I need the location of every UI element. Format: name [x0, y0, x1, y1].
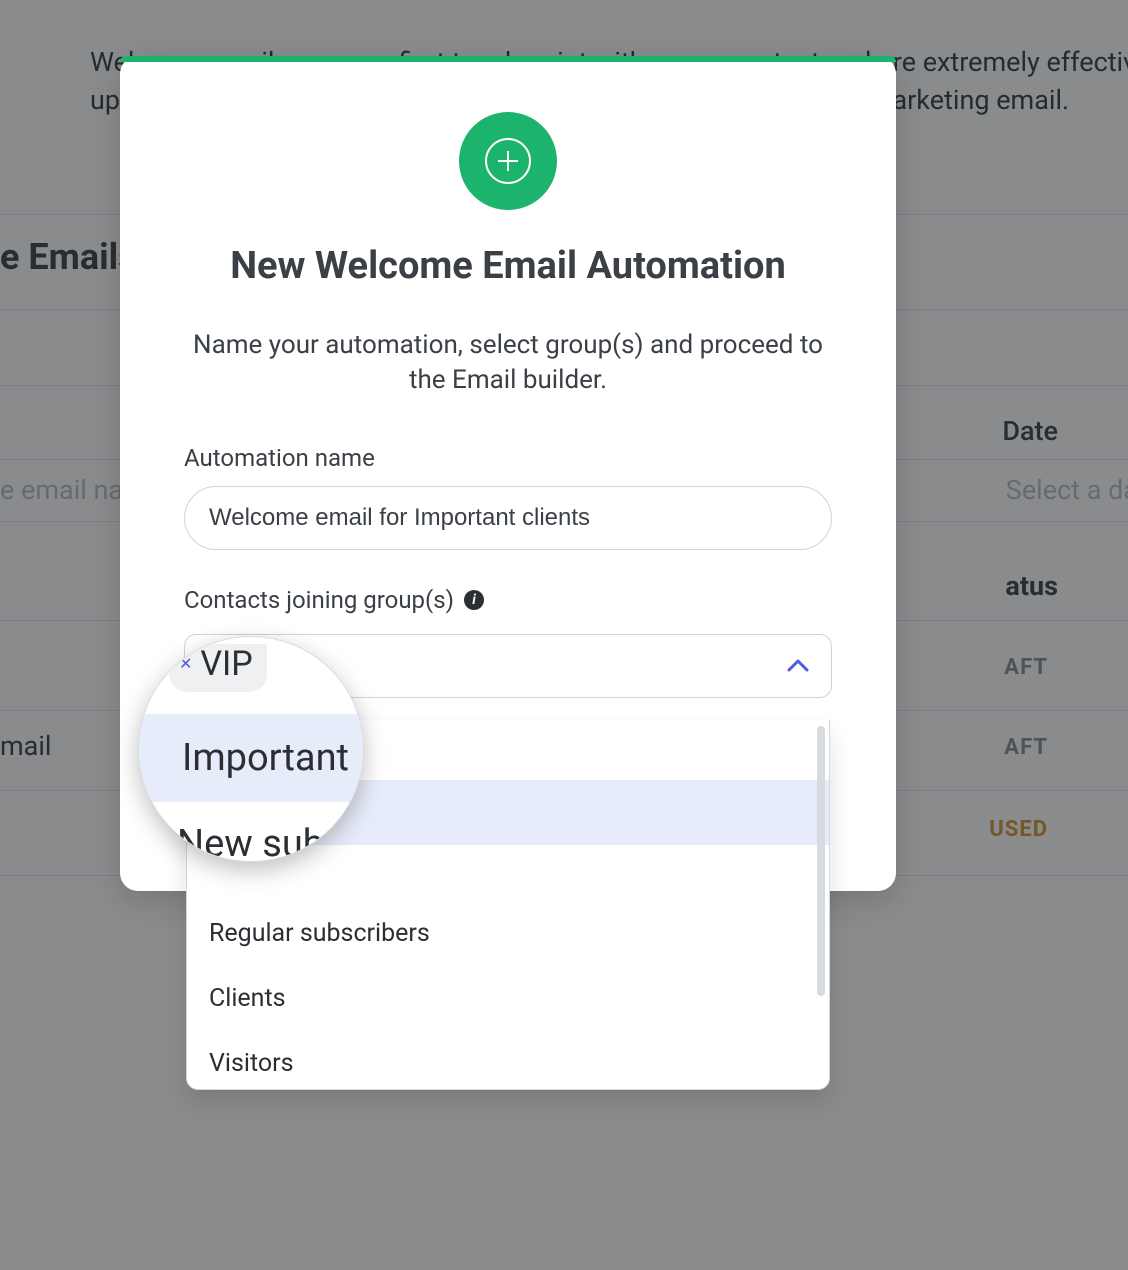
modal-body: New Welcome Email Automation Name your a…	[120, 62, 896, 728]
magnified-chip: ✕ VIP	[169, 644, 267, 692]
dropdown-option-clients[interactable]: Clients	[187, 966, 829, 1031]
dropdown-option-visitors[interactable]: Visitors	[187, 1031, 829, 1090]
modal-subtitle: Name your automation, select group(s) an…	[184, 328, 832, 398]
contacts-group-label: Contacts joining group(s)	[184, 586, 454, 614]
info-icon[interactable]: i	[464, 590, 484, 610]
magnified-option-new-sub: New sub	[138, 802, 364, 863]
automation-name-label: Automation name	[184, 444, 832, 472]
automation-name-field: Automation name	[184, 444, 832, 550]
remove-chip-icon: ✕	[179, 654, 192, 673]
magnified-chip-label: VIP	[200, 644, 252, 684]
magnified-option-important: Important	[138, 714, 364, 802]
modal-title: New Welcome Email Automation	[184, 244, 832, 288]
automation-name-input[interactable]	[184, 486, 832, 550]
dropdown-option-regular[interactable]: Regular subscribers	[187, 901, 829, 966]
zoom-magnifier: ✕ VIP Important New sub	[138, 636, 364, 862]
contacts-group-label-row: Contacts joining group(s) i	[184, 586, 832, 614]
plus-icon	[459, 112, 557, 210]
chevron-up-icon[interactable]	[787, 657, 809, 676]
